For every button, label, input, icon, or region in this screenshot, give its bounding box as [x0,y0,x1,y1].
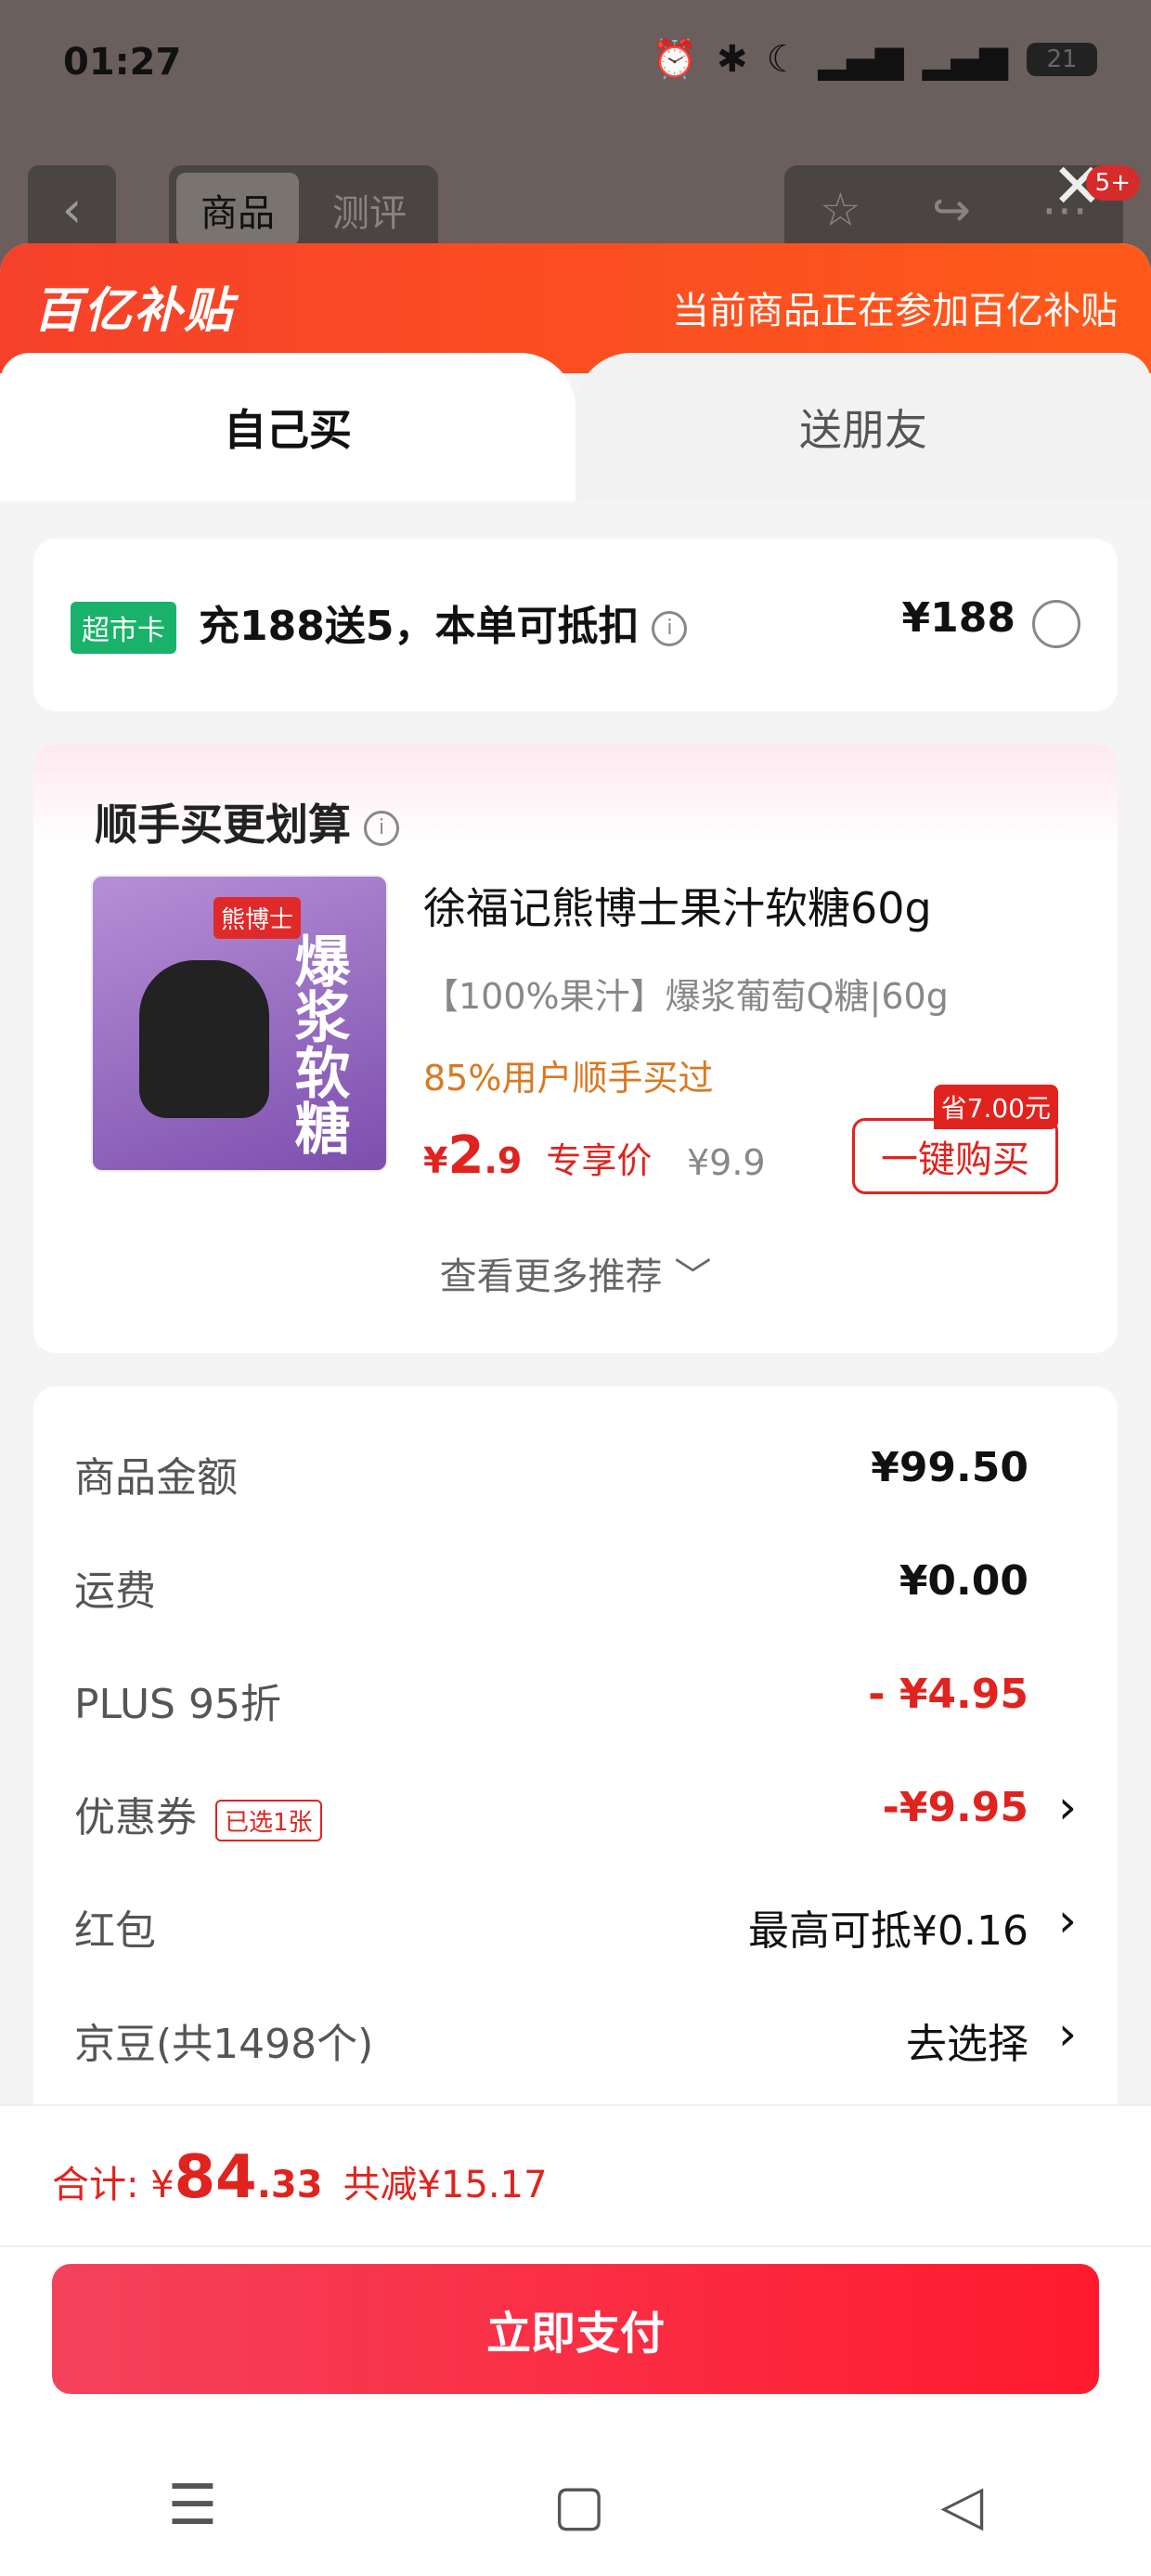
notification-badge: 5+ [1085,165,1140,201]
info-icon[interactable]: i [364,810,399,846]
row-label: 运费 [74,1568,156,1615]
system-nav: ☰ ▢ ◁ [0,2459,1151,2552]
promo-text: 当前商品正在参加百亿补贴 [672,290,1118,332]
bear-illustration [139,960,269,1118]
tab-self[interactable]: 自己买 [0,353,576,501]
supermarket-price: ¥188 [901,594,1015,642]
one-click-buy-button[interactable]: 一键购买 [852,1118,1058,1194]
status-icons: ⏰ ✱ ☾ ▂▄▆ ▂▄▆ 21 [652,37,1097,81]
tab-gift[interactable]: 送朋友 [576,353,1151,501]
product-image[interactable]: 熊博士 爆浆软糖 [91,875,388,1172]
row-value: ¥0.00 [899,1557,1028,1605]
price-currency: ¥ [423,1140,448,1181]
row-value: -¥9.95 [882,1784,1028,1831]
product-spec: 【100%果汁】爆浆葡萄Q糖|60g [423,976,949,1017]
chevron-left-icon: ‹ [61,180,83,239]
row-label: 京豆(共1498个) [74,2021,374,2068]
row-label: 优惠券 已选1张 [74,1784,322,1843]
row-value: ¥99.50 [871,1444,1028,1491]
row-value: 最高可抵¥0.16 [748,1907,1028,1955]
tab-product[interactable]: 商品 [176,173,299,246]
product-original-price: ¥9.9 [687,1142,766,1183]
supermarket-title: 充188送5，本单可抵扣 i [199,592,688,652]
supermarket-chip: 超市卡 [71,602,176,654]
total-int: 84 [174,2143,257,2212]
product-buyers: 85%用户顺手买过 [423,1058,714,1099]
chevron-right-icon: › [1058,1780,1077,1834]
alarm-icon: ⏰ [652,38,699,81]
back-button[interactable]: ‹ [28,165,116,254]
total-dec: .33 [256,2164,323,2206]
signal-icon: ▂▄▆ [818,37,904,81]
supermarket-title-text: 充188送5，本单可抵扣 [199,603,640,650]
promo-logo: 百亿补贴 [33,283,235,339]
recommend-title: 顺手买更划算 i [95,791,399,852]
menu-icon[interactable]: ☰ [168,2473,218,2538]
coupon-label: 优惠券 [74,1794,197,1841]
back-icon[interactable]: ◁ [940,2473,983,2538]
summary-row-jingdou[interactable]: 京豆(共1498个) 去选择 › [33,1981,1118,2094]
star-icon[interactable]: ☆ [820,183,861,237]
more-recommend-link[interactable]: 查看更多推荐 ﹀ [33,1246,1118,1300]
supermarket-card[interactable]: 超市卡 充188送5，本单可抵扣 i ¥188 [33,539,1118,711]
summary-row-coupon[interactable]: 优惠券 已选1张 -¥9.95 › [33,1754,1118,1867]
supermarket-radio[interactable] [1032,600,1080,648]
pay-now-button[interactable]: 立即支付 [52,2264,1099,2394]
info-icon[interactable]: i [652,611,688,646]
share-icon[interactable]: ↪ [932,183,971,237]
product-image-text: 爆浆软糖 [285,932,350,1155]
summary-row-shipping: 运费 ¥0.00 [33,1528,1118,1641]
summary-card: 商品金额 ¥99.50 运费 ¥0.00 PLUS 95折 - ¥4.95 优惠… [33,1386,1118,2129]
moon-icon: ☾ [766,37,800,81]
signal-5g-icon: ▂▄▆ [922,37,1008,81]
recommend-title-text: 顺手买更划算 [95,800,351,850]
total-label: 合计: ¥ [52,2164,175,2206]
recommend-card: 顺手买更划算 i 熊博士 爆浆软糖 徐福记熊博士果汁软糖60g 【100%果汁】爆… [33,745,1118,1353]
row-value: - ¥4.95 [868,1671,1028,1718]
chevron-right-icon: › [1058,1893,1077,1947]
row-label: 红包 [74,1907,156,1955]
price-label: 专享价 [546,1140,653,1181]
bluetooth-icon: ✱ [717,37,748,81]
total-amount: 合计: ¥84.33 共减¥15.17 [52,2143,548,2212]
home-icon[interactable]: ▢ [552,2473,605,2538]
save-tag: 省7.00元 [933,1085,1058,1129]
buy-tabs: 送朋友 自己买 [0,353,1151,501]
summary-row-redpacket[interactable]: 红包 最高可抵¥0.16 › [33,1867,1118,1981]
battery-icon: 21 [1027,42,1097,76]
coupon-selected-tag: 已选1张 [215,1799,322,1841]
total-saved: 共减¥15.17 [343,2164,548,2206]
product-price: ¥2.9 专享价 [423,1125,652,1186]
row-value: 去选择 [906,2021,1028,2068]
summary-row-plus: PLUS 95折 - ¥4.95 [33,1641,1118,1754]
product-review-tabs: 商品 测评 [169,165,438,254]
bottom-bar: 合计: ¥84.33 共减¥15.17 立即支付 ☰ ▢ ◁ [0,2104,1151,2576]
row-label: 商品金额 [74,1454,238,1502]
sheet-content: 超市卡 充188送5，本单可抵扣 i ¥188 顺手买更划算 i 熊博士 爆浆软糖 … [0,501,1151,2163]
status-time: 01:27 [63,41,182,84]
price-dec: .9 [484,1140,523,1181]
row-label: PLUS 95折 [74,1681,281,1728]
product-name[interactable]: 徐福记熊博士果汁软糖60g [423,875,932,936]
chevron-right-icon: › [1058,2007,1077,2061]
price-int: 2 [447,1125,485,1186]
divider [0,2245,1151,2247]
status-bar: 01:27 ⏰ ✱ ☾ ▂▄▆ ▂▄▆ 21 [0,0,1151,139]
tab-review[interactable]: 测评 [308,173,431,246]
summary-row-goods: 商品金额 ¥99.50 [33,1414,1118,1528]
